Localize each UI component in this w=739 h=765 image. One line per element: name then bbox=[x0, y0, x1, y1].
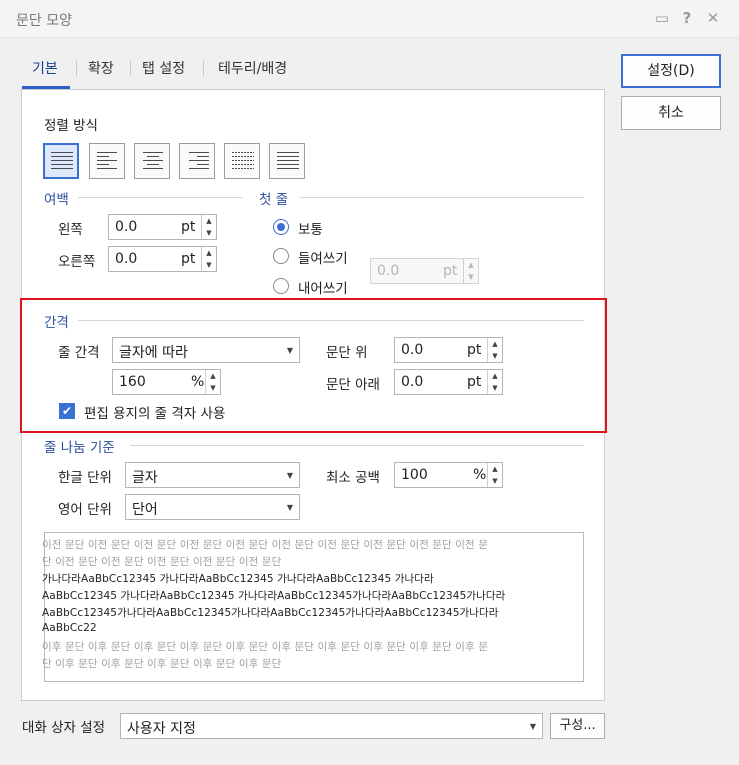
tab-divider bbox=[76, 61, 77, 76]
spin-up-icon[interactable]: ▲ bbox=[488, 463, 502, 475]
align-distribute-icon bbox=[232, 152, 254, 169]
margin-section-title: 여백 bbox=[44, 192, 69, 208]
title-bar bbox=[0, 0, 739, 38]
min-space-spinner[interactable]: ▲ ▼ bbox=[487, 463, 502, 487]
align-center-icon bbox=[142, 152, 163, 169]
align-right-button[interactable] bbox=[179, 143, 215, 179]
korean-unit-value: 글자 bbox=[132, 470, 158, 486]
korean-unit-select[interactable]: 글자 ▼ bbox=[125, 462, 300, 488]
english-unit-select[interactable]: 단어 ▼ bbox=[125, 494, 300, 520]
chevron-down-icon: ▼ bbox=[286, 503, 293, 512]
align-left-icon bbox=[97, 152, 117, 169]
line-break-divider bbox=[130, 445, 584, 446]
configure-button[interactable]: 구성... bbox=[550, 713, 605, 739]
first-line-spinner: ▲ ▼ bbox=[463, 259, 478, 283]
tab-basic[interactable]: 기본 bbox=[32, 58, 58, 78]
preview-sample-line: 가나다라AaBbCc12345 가나다라AaBbCc12345 가나다라AaBb… bbox=[42, 573, 434, 585]
spin-down-icon[interactable]: ▼ bbox=[488, 475, 502, 487]
margin-left-field[interactable]: 0.0 pt ▲ ▼ bbox=[108, 214, 217, 240]
align-center-button[interactable] bbox=[134, 143, 170, 179]
preview-sample-line: AaBbCc22 bbox=[42, 622, 97, 634]
preview-previous-line: 이전 문단 이전 문단 이전 문단 이전 문단 이전 문단 이전 문단 이전 문… bbox=[42, 539, 488, 551]
active-tab-indicator bbox=[22, 86, 70, 89]
min-space-label: 최소 공백 bbox=[326, 470, 380, 486]
first-line-value: 0.0 bbox=[377, 263, 400, 279]
dialog-setting-label: 대화 상자 설정 bbox=[22, 720, 106, 736]
spin-down-icon[interactable]: ▼ bbox=[202, 227, 216, 239]
radio-normal-label[interactable]: 보통 bbox=[298, 218, 323, 238]
comment-icon[interactable]: ▭ bbox=[653, 9, 671, 27]
radio-normal[interactable] bbox=[273, 219, 289, 235]
preview-next-line: 이후 문단 이후 문단 이후 문단 이후 문단 이후 문단 이후 문단 이후 문… bbox=[42, 641, 488, 653]
preview-previous-line: 단 이전 문단 이전 문단 이전 문단 이전 문단 이전 문단 bbox=[42, 556, 282, 568]
line-break-section-title: 줄 나눔 기준 bbox=[44, 440, 115, 456]
tab-divider bbox=[130, 61, 131, 76]
spin-up-icon: ▲ bbox=[468, 261, 474, 269]
align-right-icon bbox=[187, 152, 209, 169]
window-title: 문단 모양 bbox=[16, 13, 72, 29]
margin-left-unit: pt bbox=[181, 219, 196, 235]
spin-up-icon[interactable]: ▲ bbox=[202, 247, 216, 259]
dialog-setting-select[interactable]: 사용자 지정 ▼ bbox=[120, 713, 543, 739]
first-line-divider bbox=[300, 197, 584, 198]
radio-outdent-label[interactable]: 내어쓰기 bbox=[298, 277, 348, 297]
ok-button[interactable]: 설정(D) bbox=[621, 54, 721, 88]
chevron-down-icon: ▼ bbox=[286, 471, 293, 480]
tab-extension[interactable]: 확장 bbox=[88, 58, 114, 78]
margin-right-field[interactable]: 0.0 pt ▲ ▼ bbox=[108, 246, 217, 272]
margin-left-value: 0.0 bbox=[115, 219, 138, 235]
preview-sample-line: AaBbCc12345가나다라AaBbCc12345가나다라AaBbCc1234… bbox=[42, 607, 499, 619]
margin-left-spinner[interactable]: ▲ ▼ bbox=[201, 215, 216, 239]
close-icon[interactable]: ✕ bbox=[704, 9, 722, 27]
margin-right-value: 0.0 bbox=[115, 251, 138, 267]
radio-indent-label[interactable]: 들여쓰기 bbox=[298, 247, 348, 267]
dialog-setting-value: 사용자 지정 bbox=[127, 721, 196, 737]
align-divide-button[interactable] bbox=[269, 143, 305, 179]
margin-right-spinner[interactable]: ▲ ▼ bbox=[201, 247, 216, 271]
spacing-highlight-box bbox=[20, 298, 607, 433]
align-justify-button[interactable] bbox=[43, 143, 79, 179]
radio-outdent[interactable] bbox=[273, 278, 289, 294]
min-space-unit: % bbox=[473, 467, 487, 483]
chevron-down-icon: ▼ bbox=[529, 722, 536, 731]
first-line-section-title: 첫 줄 bbox=[259, 192, 289, 208]
alignment-label: 정렬 방식 bbox=[44, 118, 98, 134]
cancel-button[interactable]: 취소 bbox=[621, 96, 721, 130]
first-line-unit: pt bbox=[443, 263, 458, 279]
align-justify-icon bbox=[51, 152, 73, 169]
align-left-button[interactable] bbox=[89, 143, 125, 179]
margin-right-unit: pt bbox=[181, 251, 196, 267]
preview-sample-line: AaBbCc12345 가나다라AaBbCc12345 가나다라AaBbCc12… bbox=[42, 590, 506, 602]
spin-up-icon[interactable]: ▲ bbox=[202, 215, 216, 227]
align-distribute-button[interactable] bbox=[224, 143, 260, 179]
margin-divider bbox=[78, 197, 243, 198]
min-space-value: 100 bbox=[401, 467, 428, 483]
margin-right-label: 오른쪽 bbox=[58, 254, 96, 270]
preview-next-line: 단 이후 문단 이후 문단 이후 문단 이후 문단 이후 문단 bbox=[42, 658, 282, 670]
english-unit-label: 영어 단위 bbox=[58, 502, 112, 518]
spin-down-icon[interactable]: ▼ bbox=[202, 259, 216, 271]
korean-unit-label: 한글 단위 bbox=[58, 470, 112, 486]
align-divide-icon bbox=[277, 152, 299, 169]
margin-left-label: 왼쪽 bbox=[58, 222, 83, 238]
first-line-value-field: 0.0 pt ▲ ▼ bbox=[370, 258, 479, 284]
english-unit-value: 단어 bbox=[132, 502, 158, 518]
tab-border-background[interactable]: 테두리/배경 bbox=[218, 58, 287, 78]
spin-down-icon: ▼ bbox=[468, 273, 474, 281]
help-icon[interactable]: ? bbox=[678, 9, 696, 27]
tab-divider bbox=[203, 61, 204, 76]
radio-indent[interactable] bbox=[273, 248, 289, 264]
tab-tab-settings[interactable]: 탭 설정 bbox=[142, 58, 185, 78]
min-space-field[interactable]: 100 % ▲ ▼ bbox=[394, 462, 503, 488]
